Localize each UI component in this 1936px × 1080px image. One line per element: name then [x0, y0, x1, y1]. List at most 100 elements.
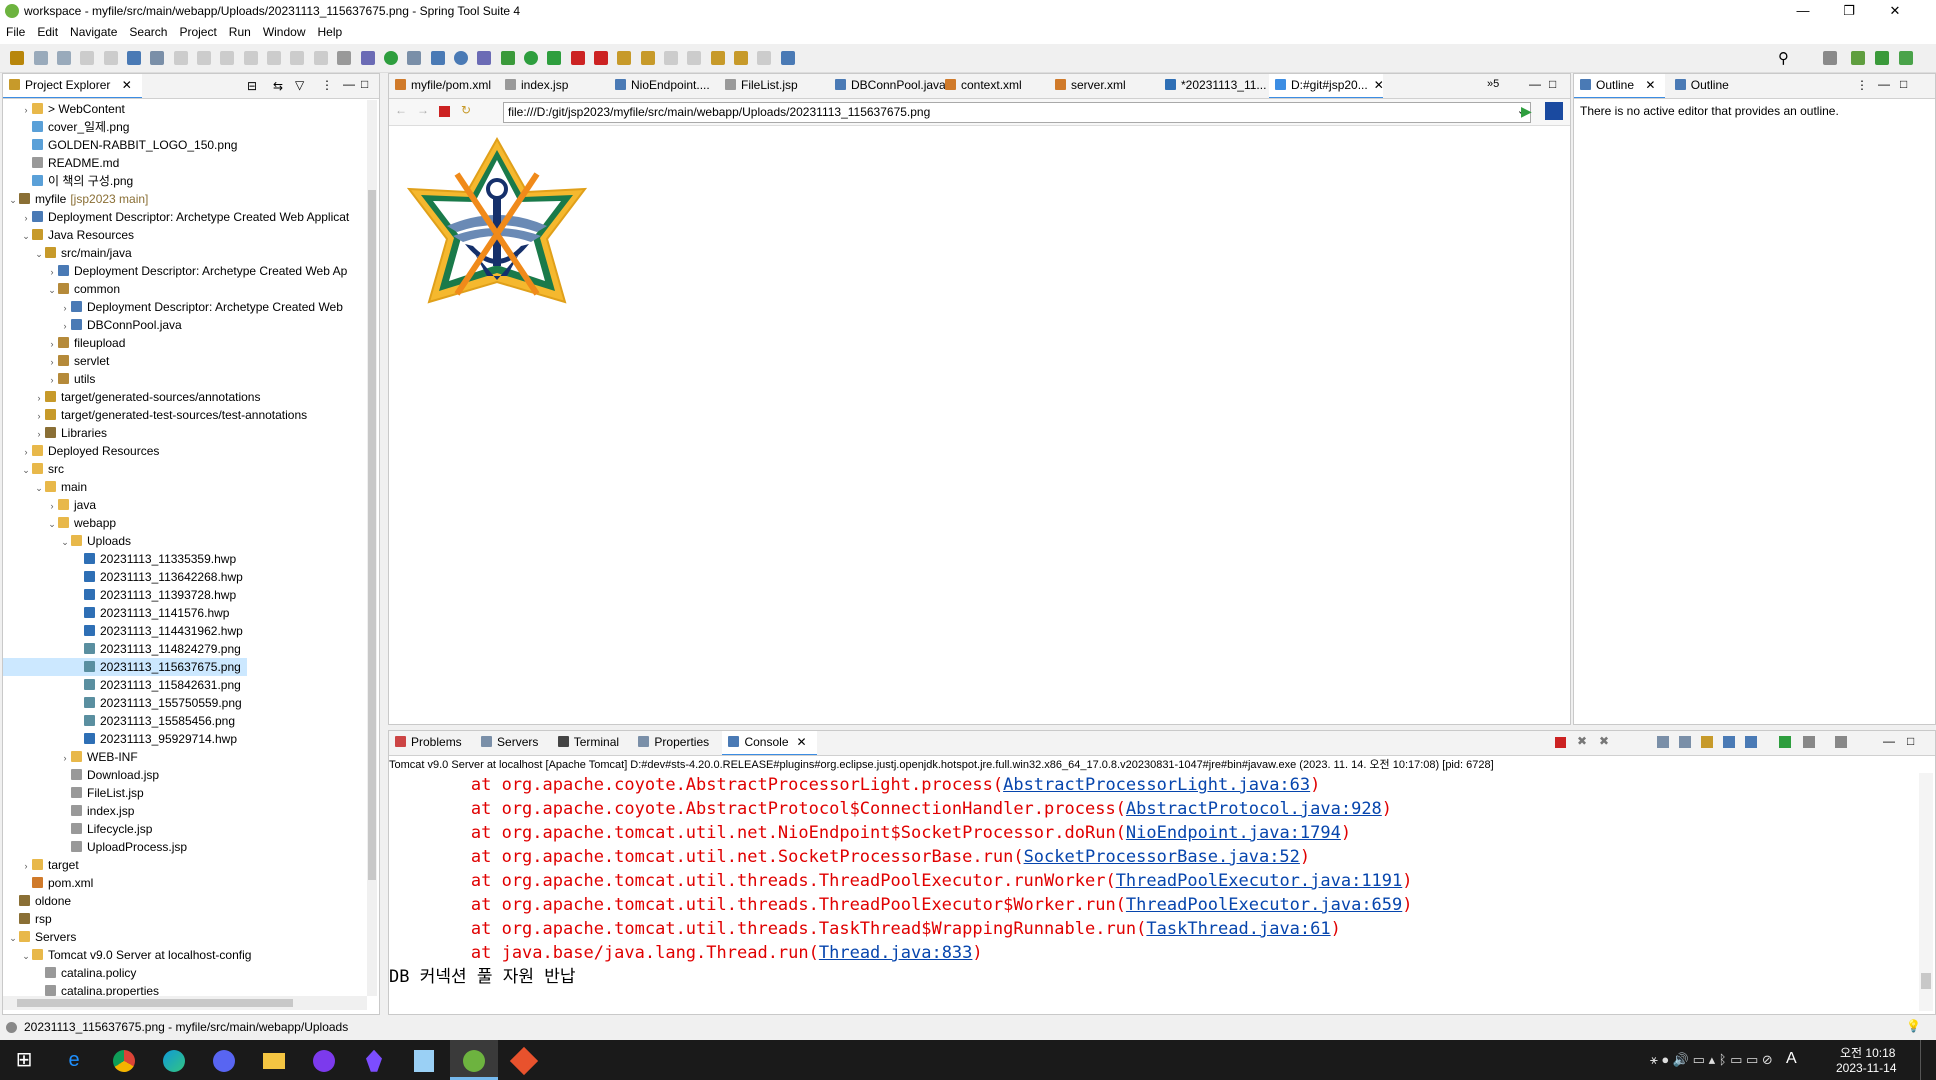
minimize-button[interactable]: — [1780, 0, 1826, 22]
tree-item[interactable]: FileList.jsp [3, 784, 144, 802]
stack-source-link[interactable]: TaskThread.java:61 [1146, 919, 1330, 939]
expanded-arrow-icon[interactable]: ⌄ [59, 533, 71, 551]
tree-horizontal-scrollbar[interactable] [3, 996, 367, 1010]
run-icon[interactable] [523, 51, 538, 65]
open-task-icon[interactable] [360, 51, 375, 65]
expanded-arrow-icon[interactable]: ⌄ [46, 281, 58, 299]
open-perspective-icon[interactable] [1823, 51, 1837, 65]
console-scroll-thumb[interactable] [1921, 973, 1931, 989]
display-console-icon[interactable] [1803, 736, 1815, 748]
tree-hscroll-thumb[interactable] [17, 999, 293, 1007]
perspective-icon[interactable] [477, 51, 492, 65]
collapsed-arrow-icon[interactable]: › [46, 335, 58, 353]
console-maximize-icon[interactable]: □ [1907, 734, 1914, 748]
coverage-icon[interactable] [547, 51, 562, 65]
editor-tab[interactable]: context.xml [939, 74, 1049, 97]
clock-date[interactable]: 2023-11-14 [1836, 1061, 1897, 1075]
tab-problems[interactable]: Problems [389, 731, 472, 754]
save-all-icon[interactable] [57, 51, 72, 65]
sts-icon[interactable] [450, 1040, 498, 1080]
expanded-arrow-icon[interactable]: ⌄ [7, 191, 19, 209]
clock-time[interactable]: 오전 10:18 [1840, 1044, 1895, 1061]
maximize-view-icon[interactable]: □ [361, 77, 368, 91]
java-ee-perspective-icon[interactable] [1899, 51, 1913, 65]
browser-forward-icon[interactable]: → [417, 103, 429, 117]
tree-item[interactable]: ⌄ Servers [3, 928, 76, 946]
editor-tab[interactable]: D:#git#jsp20... ✕ [1269, 74, 1384, 98]
tab-outline-2[interactable]: Outline [1669, 74, 1739, 97]
tab-project-explorer[interactable]: Project Explorer ✕ [3, 74, 142, 98]
collapsed-arrow-icon[interactable]: › [59, 317, 71, 335]
suspend-icon[interactable] [197, 51, 212, 65]
expanded-arrow-icon[interactable]: ⌄ [33, 245, 45, 263]
tree-item[interactable]: ⌄ Uploads [3, 532, 131, 550]
tree-item[interactable]: › Libraries [3, 424, 108, 443]
tree-item[interactable]: › Deployment Descriptor: Archetype Create… [3, 208, 350, 227]
collapsed-arrow-icon[interactable]: › [33, 407, 45, 425]
tree-item[interactable]: › Deployment Descriptor: Archetype Create… [3, 262, 348, 280]
collapsed-arrow-icon[interactable]: › [20, 209, 32, 227]
console-output[interactable]: at org.apache.coyote.AbstractProcessorLi… [389, 773, 1915, 1013]
maximize-button[interactable]: ❐ [1826, 0, 1872, 22]
chrome-icon[interactable] [100, 1040, 148, 1080]
collapse-all-icon[interactable]: ⊟ [247, 79, 257, 93]
edge-icon[interactable] [150, 1040, 198, 1080]
tab-outline[interactable]: Outline ✕ [1574, 74, 1666, 98]
close-window-button[interactable]: ✕ [1872, 0, 1918, 22]
tree-item[interactable]: › fileupload [3, 334, 126, 353]
collapsed-arrow-icon[interactable]: › [33, 425, 45, 443]
spring-perspective-icon[interactable] [1851, 51, 1865, 65]
collapsed-arrow-icon[interactable]: › [46, 497, 58, 515]
tree-item[interactable]: 20231113_11393728.hwp [3, 586, 236, 604]
tree-item[interactable]: ⌄ Java Resources [3, 226, 134, 244]
expanded-arrow-icon[interactable]: ⌄ [20, 227, 32, 245]
collapsed-arrow-icon[interactable]: › [46, 371, 58, 389]
tree-item[interactable]: 20231113_11335359.hwp [3, 550, 236, 568]
tree-item[interactable]: ⌄ common [3, 280, 120, 298]
tree-item[interactable]: 이 책의 구성.png [3, 172, 133, 190]
spring-boot-icon[interactable] [383, 51, 398, 65]
tree-item[interactable]: 20231113_113642268.hwp [3, 568, 243, 586]
menu-project[interactable]: Project [173, 22, 222, 39]
web-browser-icon[interactable] [453, 51, 468, 65]
github-icon[interactable] [300, 1040, 348, 1080]
tree-item[interactable]: › Deployed Resources [3, 442, 160, 461]
debug-icon[interactable] [500, 51, 515, 65]
open-console-icon[interactable] [1835, 736, 1847, 748]
clear-console-icon[interactable] [1657, 736, 1669, 748]
tab-console[interactable]: Console ✕ [722, 731, 817, 755]
tree-item[interactable]: › utils [3, 370, 96, 389]
editor-tab[interactable]: NioEndpoint.... [609, 74, 719, 97]
filter-icon[interactable]: ▽ [295, 78, 304, 92]
tree-vertical-scrollbar[interactable] [367, 100, 377, 996]
outline-maximize-icon[interactable]: □ [1900, 77, 1907, 91]
tree-item[interactable]: index.jsp [3, 802, 134, 820]
stack-source-link[interactable]: NioEndpoint.java:1794 [1126, 823, 1341, 843]
tree-item[interactable]: ⌄ src/main/java [3, 244, 131, 263]
tree-item[interactable]: pom.xml [3, 874, 93, 892]
notepad-icon[interactable] [400, 1040, 448, 1080]
editor-tab[interactable]: myfile/pom.xml [389, 74, 499, 97]
stop-icon[interactable] [570, 51, 585, 65]
tab-terminal[interactable]: Terminal [552, 731, 629, 754]
collapsed-arrow-icon[interactable]: › [20, 101, 32, 119]
collapsed-arrow-icon[interactable]: › [20, 443, 32, 461]
collapsed-arrow-icon[interactable]: › [33, 389, 45, 407]
tree-item[interactable]: 20231113_15585456.png [3, 712, 235, 730]
editor-tab[interactable]: FileList.jsp [719, 74, 829, 97]
debug-perspective-icon[interactable] [1875, 51, 1889, 65]
obsidian-icon[interactable] [350, 1040, 398, 1080]
tree-item[interactable]: 20231113_155750559.png [3, 694, 242, 712]
tree-item[interactable]: ⌄ src [3, 460, 64, 478]
show-desktop-button[interactable] [1920, 1040, 1936, 1080]
tree-item[interactable]: catalina.properties [3, 982, 159, 996]
stack-source-link[interactable]: ThreadPoolExecutor.java:659 [1126, 895, 1402, 915]
expanded-arrow-icon[interactable]: ⌄ [7, 929, 19, 947]
skip-breakpoints-icon[interactable] [150, 51, 165, 65]
menu-edit[interactable]: Edit [31, 22, 64, 39]
redo-icon[interactable] [103, 51, 118, 65]
tree-item[interactable]: › target [3, 856, 79, 874]
tree-item[interactable]: › java [3, 496, 97, 515]
tree-item[interactable]: › WEB-INF [3, 748, 138, 766]
new-icon[interactable] [10, 51, 25, 65]
